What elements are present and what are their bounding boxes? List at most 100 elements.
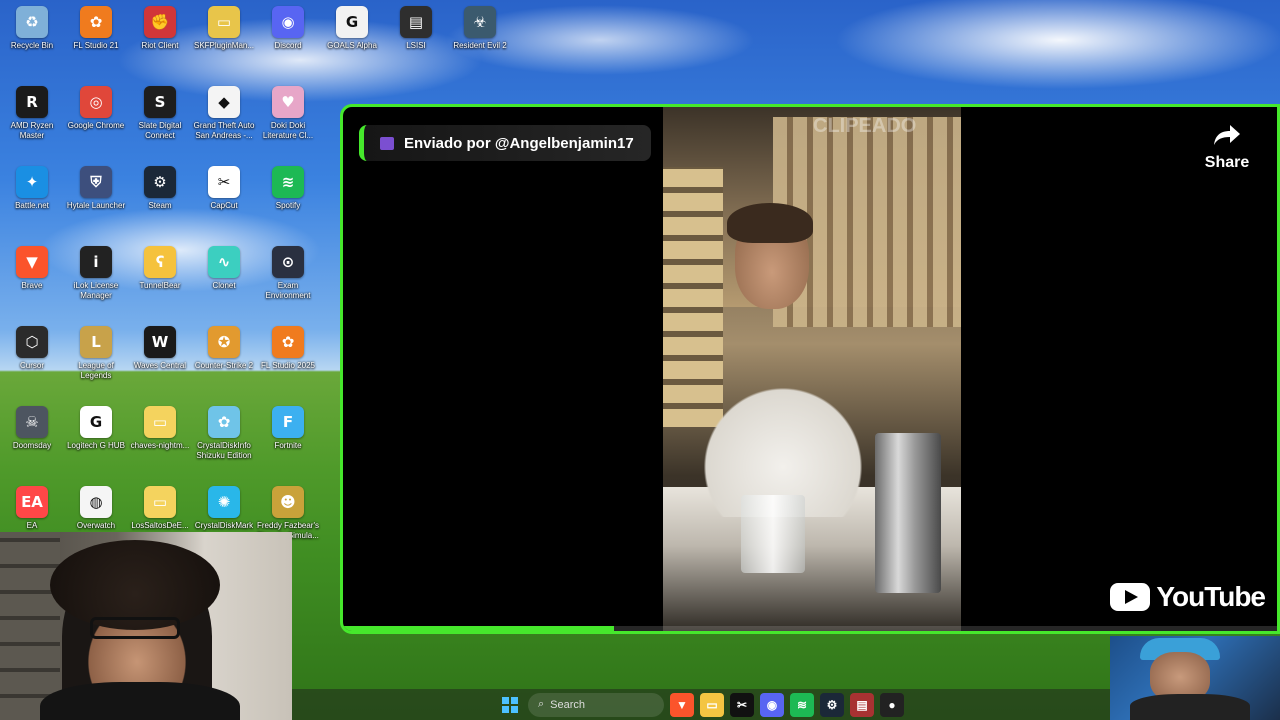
- desktop-icon[interactable]: ✿ FL Studio 2025: [256, 326, 320, 371]
- resident-evil-icon: ☣: [464, 6, 496, 38]
- desktop-icon[interactable]: G Logitech G HUB: [64, 406, 128, 451]
- desktop-icon-label: Resident Evil 2: [453, 41, 507, 50]
- desktop-icon-label: Google Chrome: [67, 121, 125, 130]
- desktop-icon[interactable]: ⬡ Cursor: [0, 326, 64, 371]
- overwatch-icon: ◍: [80, 486, 112, 518]
- pepper-grinder: [875, 433, 941, 593]
- freddy-fazbear-icon: ☻: [272, 486, 304, 518]
- share-button[interactable]: Share: [1197, 123, 1257, 172]
- desktop-icon[interactable]: ✦ Battle.net: [0, 166, 64, 211]
- desktop-icon[interactable]: i iLok License Manager: [64, 246, 128, 301]
- desktop-icon[interactable]: ▼ Brave: [0, 246, 64, 291]
- video-frame[interactable]: CLIPEADO: [663, 107, 961, 631]
- share-label: Share: [1204, 154, 1250, 171]
- desktop-icon-label: Cursor: [19, 361, 44, 370]
- desktop-icon[interactable]: ◎ Google Chrome: [64, 86, 128, 131]
- desktop-icon[interactable]: L League of Legends: [64, 326, 128, 381]
- desktop-icon[interactable]: EA EA: [0, 486, 64, 531]
- desktop-icon[interactable]: ▭ LosSaltosDeE...: [128, 486, 192, 531]
- desktop-icon-label: CapCut: [210, 201, 238, 210]
- spotify-taskbar-icon[interactable]: ≋: [790, 692, 814, 717]
- doki-doki-icon: ♥: [272, 86, 304, 118]
- submitted-by-text: Enviado por @Angelbenjamin17: [404, 134, 634, 152]
- desktop-icon-label: Fortnite: [274, 441, 302, 450]
- desktop-icon[interactable]: ⊙ Exam Environment: [256, 246, 320, 301]
- desktop-icon[interactable]: ▭ SKFPluginMan...: [192, 6, 256, 51]
- desktop-icon[interactable]: ✺ CrystalDiskMark: [192, 486, 256, 531]
- desktop-icon[interactable]: ◆ Grand Theft Auto San Andreas -...: [192, 86, 256, 141]
- desktop-icon[interactable]: ♥ Doki Doki Literature Cl...: [256, 86, 320, 141]
- desktop-icon-label: LSISI: [406, 41, 426, 50]
- desktop-icon[interactable]: ʕ TunnelBear: [128, 246, 192, 291]
- spotify-icon: ≋: [272, 166, 304, 198]
- amd-ryzen-icon: R: [16, 86, 48, 118]
- lsisi-icon: ▤: [400, 6, 432, 38]
- obs-taskbar-icon[interactable]: ●: [880, 692, 904, 717]
- desktop-icon[interactable]: ⚙ Steam: [128, 166, 192, 211]
- desktop-icon-label: Spotify: [275, 201, 301, 210]
- windows-icon: [502, 696, 518, 713]
- desktop-icon[interactable]: S Slate Digital Connect: [128, 86, 192, 141]
- start-button[interactable]: [498, 693, 522, 717]
- gta-icon: ◆: [208, 86, 240, 118]
- desktop-icon-label: FL Studio 21: [73, 41, 119, 50]
- desktop-icon[interactable]: W Waves Central: [128, 326, 192, 371]
- fl-studio-icon: ✿: [80, 6, 112, 38]
- desktop-icon[interactable]: ✿ FL Studio 21: [64, 6, 128, 51]
- desktop-icon[interactable]: ✊ Riot Client: [128, 6, 192, 51]
- desktop-icon[interactable]: ◍ Overwatch: [64, 486, 128, 531]
- desktop-icon[interactable]: ⛨ Hytale Launcher: [64, 166, 128, 211]
- taskbar: ⌕ Search ▼ ▭ ✂ ◉ ≋ ⚙ ▤ ●: [292, 689, 1110, 720]
- clonet-icon: ∿: [208, 246, 240, 278]
- desktop-icon[interactable]: ☣ Resident Evil 2: [448, 6, 512, 51]
- desktop-icon[interactable]: ◉ Discord: [256, 6, 320, 51]
- fl-studio-2025-icon: ✿: [272, 326, 304, 358]
- crystaldiskinfo-icon: ✿: [208, 406, 240, 438]
- desktop-icon[interactable]: ∿ Clonet: [192, 246, 256, 291]
- capcut-taskbar-icon[interactable]: ✂: [730, 692, 754, 717]
- ea-icon: EA: [16, 486, 48, 518]
- desktop-icon-label: Discord: [274, 41, 302, 50]
- discord-taskbar-icon[interactable]: ◉: [760, 692, 784, 717]
- brave-taskbar-icon[interactable]: ▼: [670, 692, 694, 717]
- hytale-icon: ⛨: [80, 166, 112, 198]
- logitech-icon: G: [80, 406, 112, 438]
- desktop-icon-label: iLok License Manager: [73, 281, 119, 300]
- desktop-icon[interactable]: ≋ Spotify: [256, 166, 320, 211]
- desktop-icon-label: LosSaltosDeE...: [131, 521, 189, 530]
- progress-fill: [343, 626, 614, 631]
- submitted-by-banner: Enviado por @Angelbenjamin17: [359, 125, 651, 161]
- desktop-icon[interactable]: ☠ Doomsday: [0, 406, 64, 451]
- desktop-icon-label: CrystalDiskInfo Shizuku Edition: [196, 441, 252, 460]
- video-player[interactable]: Enviado por @Angelbenjamin17 CLIPEADO Sh…: [340, 104, 1280, 634]
- doomsday-icon: ☠: [16, 406, 48, 438]
- desktop-icon-label: Riot Client: [141, 41, 179, 50]
- share-arrow-icon: [1214, 125, 1240, 145]
- goals-icon: G: [336, 6, 368, 38]
- desktop-icon[interactable]: ▤ LSISI: [384, 6, 448, 51]
- desktop-icon[interactable]: F Fortnite: [256, 406, 320, 451]
- desktop-icon[interactable]: ♻ Recycle Bin: [0, 6, 64, 51]
- desktop-icon[interactable]: G GOALS Alpha: [320, 6, 384, 51]
- desktop-icon-label: Logitech G HUB: [67, 441, 125, 450]
- watermark: CLIPEADO: [813, 115, 917, 137]
- youtube-logo[interactable]: YouTube: [1110, 581, 1266, 613]
- desktop-icon-label: TunnelBear: [139, 281, 181, 290]
- desktop-icon-label: EA: [26, 521, 38, 530]
- cursor-icon: ⬡: [16, 326, 48, 358]
- league-icon: L: [80, 326, 112, 358]
- steam-taskbar-icon[interactable]: ⚙: [820, 692, 844, 717]
- riot-client-icon: ✊: [144, 6, 176, 38]
- desktop-icon[interactable]: ✂ CapCut: [192, 166, 256, 211]
- file-explorer-taskbar-icon[interactable]: ▭: [700, 692, 724, 717]
- desktop-icon[interactable]: R AMD Ryzen Master: [0, 86, 64, 141]
- desktop-icon[interactable]: ▭ chaves-nightm...: [128, 406, 192, 451]
- desktop-icon[interactable]: ✪ Counter-Strike 2: [192, 326, 256, 371]
- media-taskbar-icon[interactable]: ▤: [850, 692, 874, 717]
- ilok-icon: i: [80, 246, 112, 278]
- counter-strike-icon: ✪: [208, 326, 240, 358]
- taskbar-search[interactable]: ⌕ Search: [528, 692, 664, 717]
- progress-bar[interactable]: [343, 626, 1277, 631]
- desktop-icon[interactable]: ✿ CrystalDiskInfo Shizuku Edition: [192, 406, 256, 461]
- desktop-icon-label: chaves-nightm...: [130, 441, 190, 450]
